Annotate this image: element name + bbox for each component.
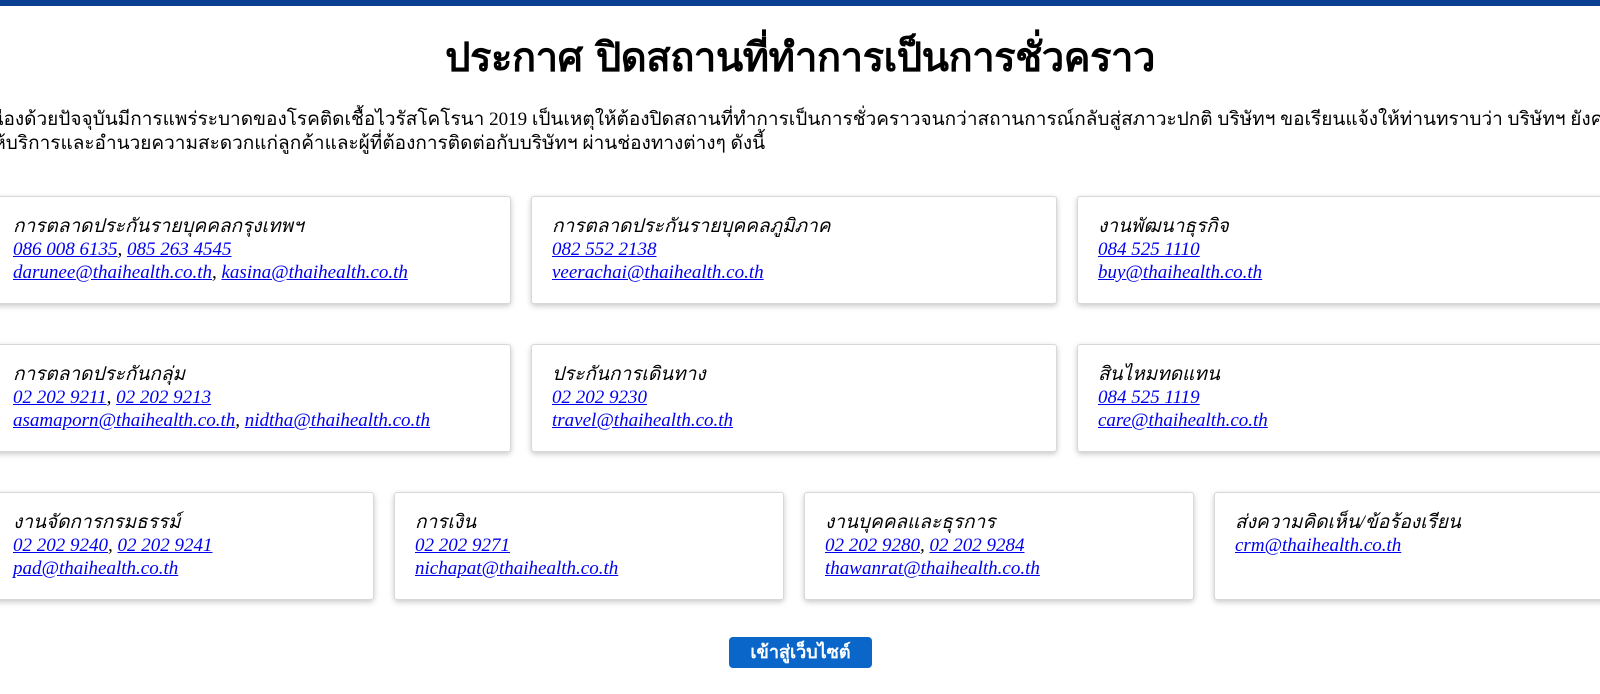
email-line: thawanrat@thaihealth.co.th (825, 557, 1175, 580)
phone-link[interactable]: 02 202 9230 (552, 387, 647, 408)
phone-link[interactable]: 02 202 9211 (13, 387, 107, 408)
contact-card: ส่งความคิดเห็น/ข้อร้องเรียน crm@thaiheal… (1214, 492, 1600, 600)
contact-heading: สินไหมทดแทน (1098, 364, 1220, 385)
contact-heading: งานจัดการกรมธรรม์ (13, 512, 181, 533)
phone-line: 084 525 1119 (1098, 386, 1588, 409)
contact-heading: ส่งความคิดเห็น/ข้อร้องเรียน (1235, 512, 1461, 533)
phone-link[interactable]: 02 202 9241 (118, 535, 213, 556)
phone-line: 02 202 9280, 02 202 9284 (825, 535, 1025, 556)
email-link[interactable]: crm@thaihealth.co.th (1235, 535, 1401, 556)
email-link[interactable]: kasina@thaihealth.co.th (222, 262, 408, 283)
phone-link[interactable]: 02 202 9280 (825, 535, 920, 556)
email-line: darunee@thaihealth.co.th, kasina@thaihea… (13, 262, 408, 283)
phone-link[interactable]: 084 525 1119 (1098, 387, 1200, 408)
email-line: asamaporn@thaihealth.co.th, nidtha@thaih… (13, 410, 431, 431)
contact-heading: การตลาดประกันรายบุคคลภูมิภาค (552, 216, 831, 237)
contact-card: การตลาดประกันรายบุคคลกรุงเทพฯ 086 008 61… (0, 196, 511, 304)
email-link[interactable]: thawanrat@thaihealth.co.th (825, 558, 1040, 579)
phone-link[interactable]: 085 263 4545 (127, 239, 232, 260)
enter-website-button[interactable]: เข้าสู่เว็บไซต์ (729, 637, 872, 668)
page-title: ประกาศ ปิดสถานที่ทำการเป็นการชั่วคราว (445, 35, 1155, 81)
contact-heading: งานพัฒนาธุรกิจ (1098, 216, 1229, 237)
contact-heading: การเงิน (415, 512, 477, 533)
contact-heading: ประกันการเดินทาง (552, 364, 706, 385)
phone-link[interactable]: 02 202 9271 (415, 535, 510, 556)
email-link[interactable]: buy@thaihealth.co.th (1098, 262, 1262, 283)
contact-heading: งานบุคคลและธุรการ (825, 512, 996, 533)
email-link[interactable]: care@thaihealth.co.th (1098, 410, 1268, 431)
email-link[interactable]: nichapat@thaihealth.co.th (415, 558, 618, 579)
contact-card: งานจัดการกรมธรรม์ 02 202 9240, 02 202 92… (0, 492, 374, 600)
phone-link[interactable]: 082 552 2138 (552, 239, 657, 260)
phone-line: 082 552 2138 (552, 238, 1038, 261)
contact-card: การตลาดประกันรายบุคคลภูมิภาค 082 552 213… (531, 196, 1057, 304)
email-line: buy@thaihealth.co.th (1098, 261, 1588, 284)
phone-line: 086 008 6135, 085 263 4545 (13, 239, 232, 260)
email-line: care@thaihealth.co.th (1098, 409, 1588, 432)
intro-line-2: ให้บริการและอำนวยความสะดวกแก่ลูกค้าและผู… (0, 133, 766, 154)
contact-card: ประกันการเดินทาง 02 202 9230 travel@thai… (531, 344, 1057, 452)
email-link[interactable]: nidtha@thaihealth.co.th (245, 410, 430, 431)
email-line: crm@thaihealth.co.th (1235, 534, 1588, 557)
email-line: travel@thaihealth.co.th (552, 409, 1038, 432)
email-line: nichapat@thaihealth.co.th (415, 557, 765, 580)
phone-line: 02 202 9211, 02 202 9213 (13, 387, 212, 408)
contact-heading: การตลาดประกันรายบุคคลกรุงเทพฯ (13, 216, 304, 237)
email-line: pad@thaihealth.co.th (13, 557, 355, 580)
phone-link[interactable]: 02 202 9213 (116, 387, 211, 408)
phone-link[interactable]: 086 008 6135 (13, 239, 118, 260)
contact-card: สินไหมทดแทน 084 525 1119 care@thaihealth… (1077, 344, 1600, 452)
email-link[interactable]: darunee@thaihealth.co.th (13, 262, 212, 283)
contact-card: งานพัฒนาธุรกิจ 084 525 1110 buy@thaiheal… (1077, 196, 1600, 304)
email-link[interactable]: pad@thaihealth.co.th (13, 558, 178, 579)
phone-link[interactable]: 02 202 9240 (13, 535, 108, 556)
email-link[interactable]: veerachai@thaihealth.co.th (552, 262, 764, 283)
phone-link[interactable]: 084 525 1110 (1098, 239, 1200, 260)
intro-paragraph: เนื่องด้วยปัจจุบันมีการแพร่ระบาดของโรคติ… (0, 108, 1600, 156)
notice-page: ประกาศ ปิดสถานที่ทำการเป็นการชั่วคราว เน… (0, 0, 1600, 694)
phone-line: 02 202 9230 (552, 386, 1038, 409)
email-line: veerachai@thaihealth.co.th (552, 261, 1038, 284)
phone-line: 084 525 1110 (1098, 238, 1588, 261)
intro-line-1: เนื่องด้วยปัจจุบันมีการแพร่ระบาดของโรคติ… (0, 109, 1600, 130)
contact-card: การเงิน 02 202 9271 nichapat@thaihealth.… (394, 492, 784, 600)
email-link[interactable]: travel@thaihealth.co.th (552, 410, 733, 431)
phone-line: 02 202 9271 (415, 534, 765, 557)
email-link[interactable]: asamaporn@thaihealth.co.th (13, 410, 235, 431)
phone-link[interactable]: 02 202 9284 (930, 535, 1025, 556)
contact-card: งานบุคคลและธุรการ 02 202 9280, 02 202 92… (804, 492, 1194, 600)
contact-heading: การตลาดประกันกลุ่ม (13, 364, 186, 385)
contact-card: การตลาดประกันกลุ่ม 02 202 9211, 02 202 9… (0, 344, 511, 452)
phone-line: 02 202 9240, 02 202 9241 (13, 535, 213, 556)
